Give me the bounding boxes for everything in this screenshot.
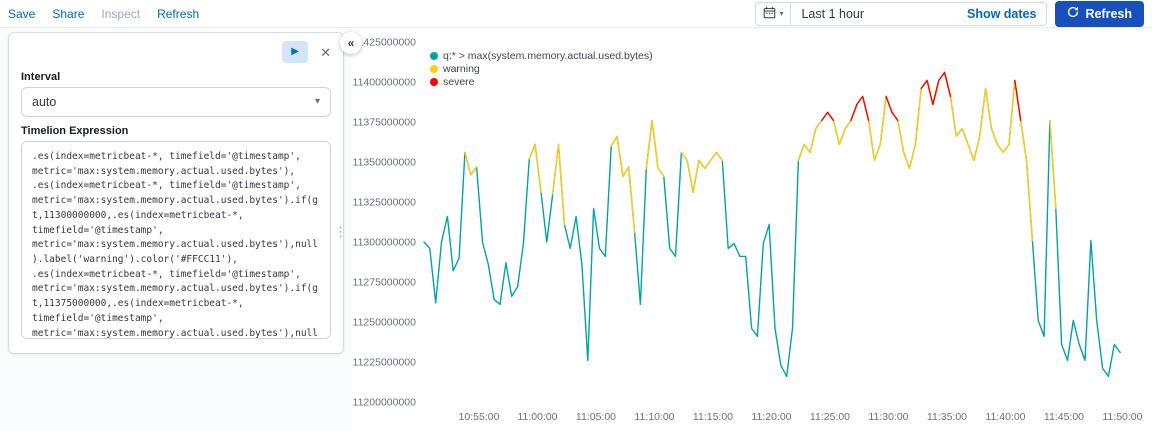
top-menu-bar: Save Share Inspect Refresh ▾ Last 1 hour… <box>0 0 1152 28</box>
show-dates-link[interactable]: Show dates <box>967 7 1046 21</box>
play-button[interactable]: ▶ <box>282 41 309 63</box>
refresh-icon <box>1067 6 1079 21</box>
interval-selected-value: auto <box>32 95 57 109</box>
timelion-expression-label: Timelion Expression <box>21 125 129 137</box>
timelion-expression-panel: ▶ ✕ Interval auto ▾ Timelion Expression … <box>8 32 344 354</box>
date-picker: ▾ Last 1 hour Show dates <box>755 1 1048 26</box>
panel-actions: ▶ ✕ <box>21 41 331 63</box>
time-controls: ▾ Last 1 hour Show dates Refresh <box>755 0 1144 27</box>
svg-text:11:20:00: 11:20:00 <box>751 411 791 423</box>
refresh-button[interactable]: Refresh <box>1055 0 1144 27</box>
svg-text:11:35:00: 11:35:00 <box>927 411 967 423</box>
play-icon: ▶ <box>291 46 299 57</box>
chevron-down-icon: ▾ <box>314 96 320 107</box>
svg-text:11300000000: 11300000000 <box>353 237 417 249</box>
interval-select[interactable]: auto ▾ <box>21 87 331 117</box>
menu-refresh-link[interactable]: Refresh <box>157 7 199 21</box>
svg-text:11250000000: 11250000000 <box>353 317 417 329</box>
svg-text:11:15:00: 11:15:00 <box>693 411 733 423</box>
svg-text:11:05:00: 11:05:00 <box>576 411 616 423</box>
svg-text:11425000000: 11425000000 <box>353 37 417 49</box>
svg-text:11:45:00: 11:45:00 <box>1044 411 1084 423</box>
svg-text:10:55:00: 10:55:00 <box>459 411 500 423</box>
svg-text:11:00:00: 11:00:00 <box>517 411 557 423</box>
main-content: ▶ ✕ Interval auto ▾ Timelion Expression … <box>0 28 1152 431</box>
svg-text:11350000000: 11350000000 <box>353 157 417 169</box>
interval-label: Interval <box>21 71 61 83</box>
refresh-button-label: Refresh <box>1085 6 1132 21</box>
chevron-down-icon: ▾ <box>779 8 784 18</box>
chart-region: q:* > max(system.memory.actual.used.byte… <box>352 28 1152 431</box>
svg-text:11325000000: 11325000000 <box>353 197 417 209</box>
expression-textarea[interactable]: .es(index=metricbeat-*, timefield='@time… <box>21 141 331 339</box>
svg-text:11:50:00: 11:50:00 <box>1102 411 1142 423</box>
collapse-editor-button[interactable]: « <box>340 32 362 54</box>
svg-text:11375000000: 11375000000 <box>353 117 417 129</box>
menu-share-link[interactable]: Share <box>52 7 84 21</box>
calendar-icon <box>763 6 776 22</box>
menu-save-link[interactable]: Save <box>8 7 35 21</box>
close-icon[interactable]: ✕ <box>320 46 331 59</box>
svg-text:11200000000: 11200000000 <box>353 397 417 409</box>
svg-text:11225000000: 11225000000 <box>353 357 417 369</box>
panel-resize-handle[interactable]: ⋮ <box>334 224 347 240</box>
svg-text:11:40:00: 11:40:00 <box>985 411 1025 423</box>
svg-text:11:25:00: 11:25:00 <box>810 411 850 423</box>
expression-editor-region: ▶ ✕ Interval auto ▾ Timelion Expression … <box>0 28 362 431</box>
time-range-value[interactable]: Last 1 hour <box>791 7 967 21</box>
menu-inspect-link[interactable]: Inspect <box>101 7 140 21</box>
svg-text:11400000000: 11400000000 <box>353 77 417 89</box>
app-menu: Save Share Inspect Refresh <box>8 7 199 21</box>
svg-text:11:10:00: 11:10:00 <box>634 411 674 423</box>
svg-text:11275000000: 11275000000 <box>353 277 417 289</box>
timelion-chart[interactable]: 11200000000 11225000000 11250000000 1127500… <box>352 28 1152 431</box>
date-picker-calendar-button[interactable]: ▾ <box>756 2 792 25</box>
svg-text:11:30:00: 11:30:00 <box>868 411 908 423</box>
